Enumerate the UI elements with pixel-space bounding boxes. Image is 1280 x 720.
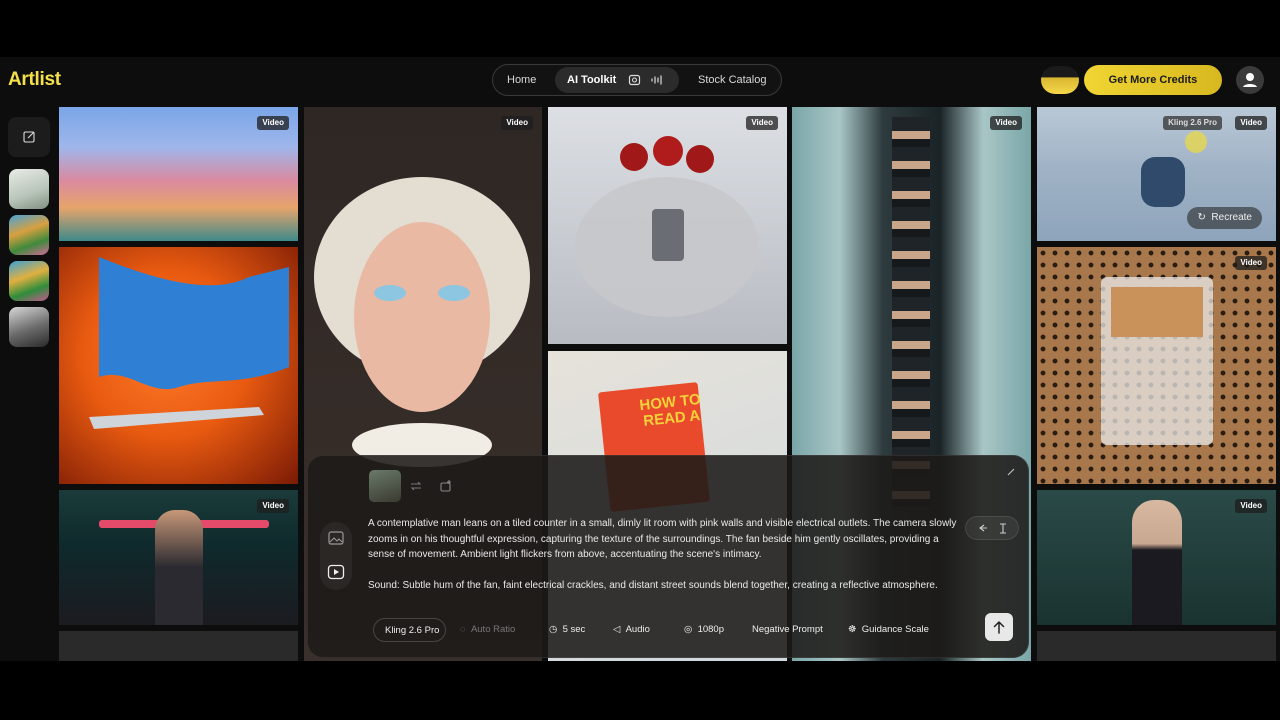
gallery-tile-phone-man[interactable]: Video <box>59 490 298 625</box>
new-generation-button[interactable] <box>8 117 50 157</box>
resolution-icon: ◎ <box>684 624 698 635</box>
model-select[interactable]: Kling 2.6 Pro <box>373 618 446 642</box>
gallery-tile-snow[interactable]: Kling 2.6 Pro Video ↻ Recreate <box>1037 107 1276 241</box>
clock-icon: ◷ <box>549 624 563 635</box>
duration-select[interactable]: ◷ 5 sec <box>549 618 599 642</box>
gallery-tile-jelly-phone[interactable]: Video <box>548 107 787 344</box>
cursor-highlight <box>1185 131 1207 153</box>
video-badge: Video <box>257 116 289 130</box>
generate-button[interactable] <box>985 613 1013 641</box>
media-type-toggle <box>320 522 352 590</box>
video-badge: Video <box>746 116 778 130</box>
negative-prompt-button[interactable]: Negative Prompt <box>752 618 832 642</box>
user-avatar[interactable] <box>1236 66 1264 94</box>
add-frame-icon[interactable] <box>439 479 453 493</box>
video-badge: Video <box>1235 116 1267 130</box>
history-thumb[interactable] <box>9 215 49 255</box>
ratio-select[interactable]: ◌ Auto Ratio <box>460 618 532 642</box>
gallery-tile-horse[interactable]: Video <box>1037 247 1276 484</box>
arrow-up-icon <box>993 620 1005 634</box>
artlist-logo[interactable]: Artlist <box>8 69 61 91</box>
gallery-tile[interactable] <box>1037 631 1276 661</box>
audio-wave-icon[interactable] <box>650 73 664 87</box>
video-badge: Video <box>257 499 289 513</box>
gallery-tile[interactable] <box>59 631 298 661</box>
edit-icon <box>23 131 35 143</box>
history-thumb[interactable] <box>9 169 49 209</box>
recreate-icon: ↻ <box>1197 212 1212 223</box>
audio-toggle[interactable]: ◁ Audio <box>613 618 665 642</box>
nav-ai-toolkit[interactable]: AI Toolkit <box>567 65 616 95</box>
guidance-scale-button[interactable]: ☸ Guidance Scale <box>848 618 942 642</box>
image-gen-icon[interactable] <box>628 73 642 87</box>
gallery-tile-flowers[interactable]: Video <box>59 107 298 241</box>
prompt-panel: A contemplative man leans on a tiled cou… <box>307 455 1029 658</box>
model-badge: Kling 2.6 Pro <box>1163 116 1222 130</box>
undo-redo-group <box>965 516 1019 540</box>
top-nav: Home AI Toolkit Stock Catalog <box>492 64 782 96</box>
video-badge: Video <box>990 116 1022 130</box>
prompt-paragraph: A contemplative man leans on a tiled cou… <box>368 518 957 560</box>
collapse-icon[interactable] <box>1005 466 1017 478</box>
history-thumb[interactable] <box>9 261 49 301</box>
reference-image-thumb[interactable] <box>369 470 401 502</box>
image-icon[interactable] <box>326 528 346 548</box>
resolution-select[interactable]: ◎ 1080p <box>684 618 734 642</box>
video-badge: Video <box>1235 256 1267 270</box>
ratio-icon: ◌ <box>460 624 471 635</box>
prompt-textarea[interactable]: A contemplative man leans on a tiled cou… <box>368 516 960 608</box>
speaker-icon: ◁ <box>613 624 626 635</box>
app-window: Artlist Home AI Toolkit Stock Catalog Ge… <box>0 57 1280 661</box>
prompt-paragraph: Sound: Subtle hum of the fan, faint elec… <box>368 579 938 591</box>
gallery-tile-suit-man[interactable]: Video <box>1037 490 1276 625</box>
nav-home[interactable]: Home <box>507 65 536 95</box>
swap-icon[interactable] <box>409 479 423 493</box>
get-more-credits-button[interactable]: Get More Credits <box>1084 65 1222 95</box>
history-thumb[interactable] <box>9 307 49 347</box>
guidance-icon: ☸ <box>848 624 862 635</box>
video-icon[interactable] <box>326 562 346 582</box>
video-badge: Video <box>501 116 533 130</box>
gallery-tile-blue-hand[interactable] <box>59 247 298 484</box>
recreate-button[interactable]: ↻ Recreate <box>1187 207 1262 229</box>
user-icon <box>1243 73 1257 87</box>
nav-stock-catalog[interactable]: Stock Catalog <box>698 65 766 95</box>
video-badge: Video <box>1235 499 1267 513</box>
credits-coin-icon[interactable] <box>1041 66 1079 94</box>
